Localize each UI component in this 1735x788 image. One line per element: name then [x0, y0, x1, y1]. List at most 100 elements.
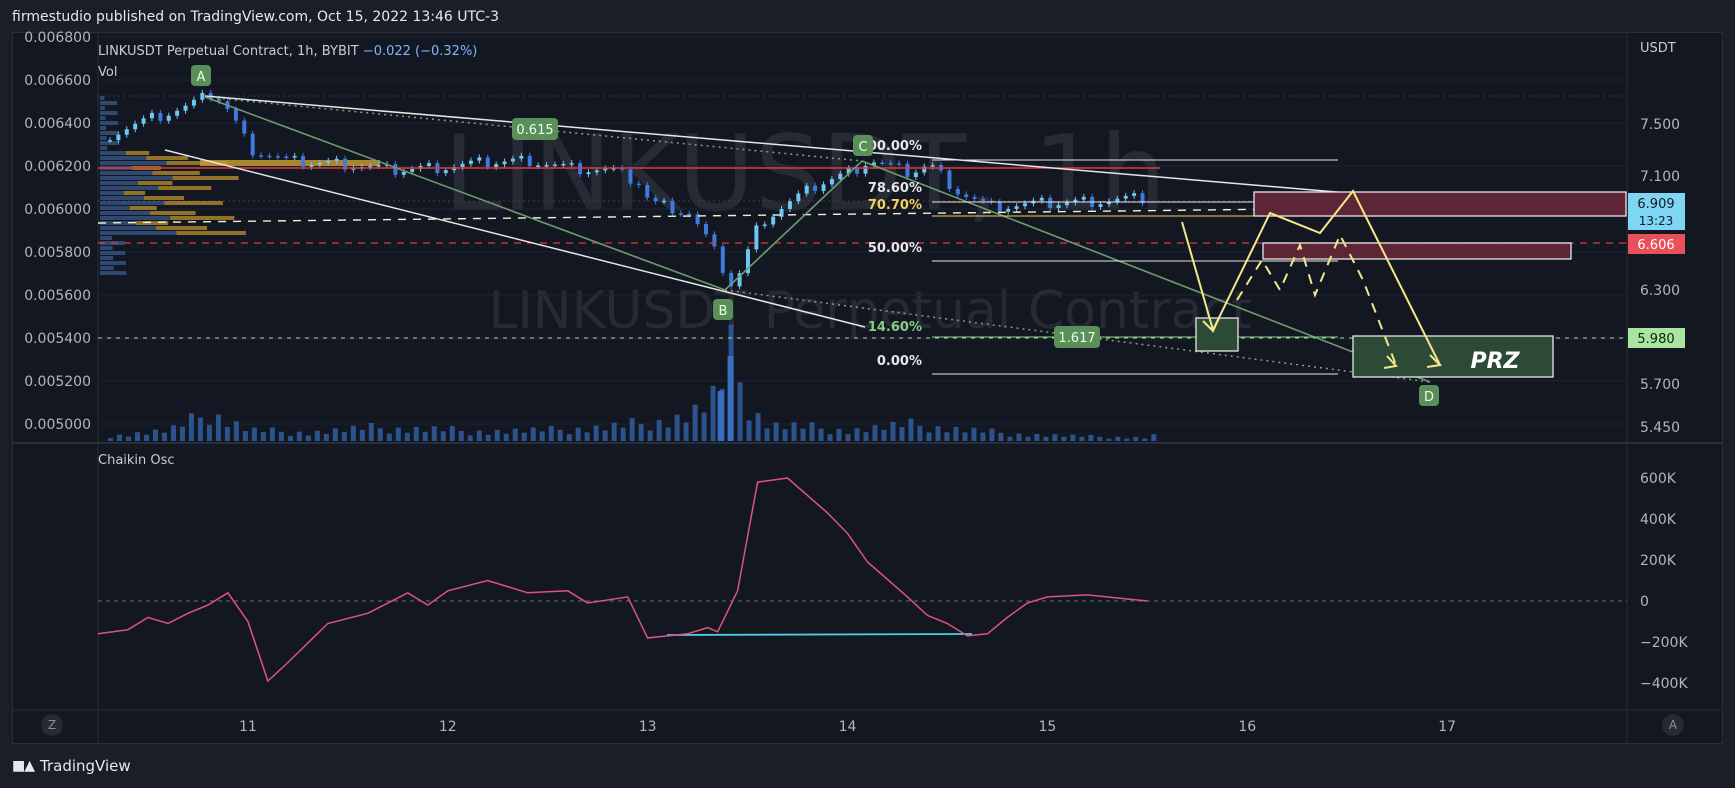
profile-bar-up	[100, 211, 151, 215]
candle-body	[309, 164, 314, 167]
profile-bar-down	[137, 181, 173, 185]
volume-bar	[521, 432, 527, 441]
candle-body	[964, 194, 969, 198]
profile-bar-up	[100, 271, 127, 275]
volume-bar	[656, 419, 662, 441]
candle-body	[1056, 205, 1061, 208]
candle-body	[829, 179, 834, 185]
candle-body	[233, 109, 238, 121]
brand-name: TradingView	[40, 757, 131, 775]
profile-bar-down	[170, 216, 235, 220]
volume-bar	[647, 430, 653, 441]
right-tick-label: 5.700	[1640, 377, 1680, 393]
candle-body	[720, 246, 725, 273]
volume-spike-bar	[717, 391, 724, 441]
svg-text:B: B	[719, 304, 728, 319]
volume-bar	[179, 426, 185, 441]
ratio-label-ac: 0.615	[512, 118, 558, 140]
osc-tick-label: −400K	[1640, 676, 1688, 692]
volume-bar	[827, 434, 833, 441]
profile-bar-up	[100, 111, 118, 115]
candle-body	[502, 161, 507, 165]
volume-bar	[170, 425, 176, 441]
volume-bar	[206, 424, 212, 441]
candle-body	[334, 158, 339, 161]
profile-bar-up	[100, 251, 126, 255]
candle-body	[116, 134, 121, 141]
volume-bar	[1052, 434, 1058, 441]
candle-body	[242, 120, 247, 134]
volume-bar	[962, 432, 968, 441]
candle-body	[317, 162, 322, 165]
volume-bar	[377, 428, 383, 441]
candle-body	[678, 213, 683, 215]
volume-bar	[1034, 434, 1040, 441]
volume-bar	[791, 422, 797, 441]
volume-bar	[143, 434, 149, 441]
volume-bar	[368, 423, 374, 441]
candle-body	[426, 163, 431, 167]
point-label-d: D	[1419, 385, 1439, 406]
volume-bar	[404, 432, 410, 441]
volume-bar	[953, 426, 959, 441]
volume-bar	[215, 414, 221, 441]
red-level-badge: 6.606	[1628, 234, 1685, 254]
candle-body	[527, 155, 532, 166]
price-change: −0.022 (−0.32%)	[362, 44, 478, 59]
volume-bar	[242, 431, 248, 441]
volume-bar	[413, 426, 419, 441]
volume-bar	[557, 429, 563, 441]
profile-bar-up	[100, 231, 177, 235]
candle-body	[519, 155, 524, 159]
osc-tick-label: 400K	[1640, 512, 1677, 528]
volume-bar	[746, 420, 752, 441]
volume-bar	[233, 421, 239, 441]
prz-zone	[1352, 335, 1554, 378]
candle-body	[200, 92, 205, 100]
footer-brand[interactable]: ■▲ TradingView	[12, 757, 131, 775]
candle-body	[913, 172, 918, 177]
volume-bar	[305, 435, 311, 441]
volume-bar	[782, 429, 788, 441]
volume-bar	[944, 432, 950, 441]
candle-body	[561, 163, 566, 166]
candle-body	[158, 112, 163, 121]
svg-text:6.606: 6.606	[1637, 238, 1674, 253]
volume-bar	[800, 428, 806, 441]
profile-bar-down	[158, 186, 212, 190]
symbol-legend[interactable]: LINKUSDT Perpetual Contract, 1h, BYBIT −…	[98, 44, 477, 59]
candle-body	[838, 173, 843, 180]
volume-bar	[1025, 436, 1031, 441]
volume-bar	[107, 438, 113, 441]
volume-bar	[629, 418, 635, 441]
x-tick-label: 17	[1438, 719, 1456, 735]
volume-bar	[611, 422, 617, 441]
profile-bar-up	[100, 256, 114, 260]
candle-body	[662, 200, 667, 203]
candle-body	[141, 118, 146, 124]
volume-bar	[440, 431, 446, 441]
zoom-reset-button[interactable]: Z	[41, 714, 63, 736]
candle-body	[410, 168, 415, 172]
volume-bar	[539, 431, 545, 441]
volume-legend[interactable]: Vol	[98, 65, 117, 80]
volume-bar	[764, 428, 770, 441]
osc-support-line	[666, 633, 973, 636]
svg-text:C: C	[858, 140, 867, 155]
candle-body	[645, 184, 650, 198]
point-label-a: A	[191, 65, 211, 86]
candle-body	[107, 140, 112, 142]
volume-bar	[773, 422, 779, 441]
candle-body	[653, 197, 658, 202]
oscillator-legend[interactable]: Chaikin Osc	[98, 453, 175, 468]
candle-body	[955, 188, 960, 195]
chart-canvas[interactable]: LINKUSDT, 1h LINKUSDT Perpetual Contract…	[0, 0, 1735, 788]
auto-scale-button[interactable]: A	[1662, 714, 1684, 736]
candle-body	[888, 162, 893, 165]
candle-body	[1048, 197, 1053, 208]
right-tick-label: 7.500	[1640, 117, 1680, 133]
x-tick-label: 15	[1038, 719, 1056, 735]
volume-bar	[467, 435, 473, 441]
candle-body	[301, 155, 306, 167]
candle-body	[1022, 203, 1027, 207]
